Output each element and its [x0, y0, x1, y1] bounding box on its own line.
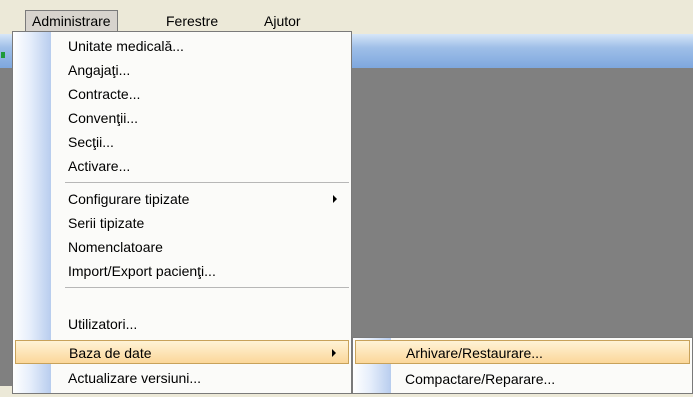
menu-bar: Administrare Ferestre Ajutor — [0, 0, 693, 34]
menu-item-label: Secţii... — [68, 134, 114, 150]
menu-item-label: Serii tipizate — [68, 215, 145, 231]
menu-item-label: Contracte... — [68, 86, 141, 102]
menu-item-label: Configurare tipizate — [68, 191, 190, 207]
menu-item-label: Compactare/Reparare... — [405, 371, 556, 387]
menu-item-import-export-pacienti[interactable]: Import/Export pacienţi... — [15, 259, 349, 283]
menu-item-label: Arhivare/Restaurare... — [406, 345, 543, 361]
menu-item-label: Convenţii... — [68, 110, 139, 126]
menu-item-activare[interactable]: Activare... — [15, 154, 349, 178]
menu-item-baza-de-date[interactable]: Baza de date — [15, 340, 349, 364]
submenu-arrow-icon — [333, 195, 337, 203]
baza-de-date-submenu: Arhivare/Restaurare... Compactare/Repara… — [352, 337, 693, 394]
menu-administrare[interactable]: Administrare — [25, 10, 118, 32]
menu-item-unitate-medicala[interactable]: Unitate medicală... — [15, 34, 349, 58]
administrare-dropdown: Unitate medicală... Angajaţi... Contract… — [12, 31, 352, 394]
menu-item-arhivare-restaurare[interactable]: Arhivare/Restaurare... — [355, 340, 690, 364]
menu-item-serii-tipizate[interactable]: Serii tipizate — [15, 211, 349, 235]
menu-item-compactare-reparare[interactable]: Compactare/Reparare... — [355, 367, 690, 391]
menu-item-angajati[interactable]: Angajaţi... — [15, 58, 349, 82]
submenu-arrow-icon — [332, 349, 336, 357]
menu-item-label: Nomenclatoare — [68, 239, 163, 255]
window-edge-marker — [1, 52, 5, 58]
menu-ajutor[interactable]: Ajutor — [258, 10, 307, 32]
menu-separator — [65, 287, 349, 288]
menu-item-actualizare-versiuni[interactable]: Actualizare versiuni... — [15, 366, 349, 390]
menu-item-label: Baza de date — [69, 345, 152, 361]
menu-item-configurare-tipizate[interactable]: Configurare tipizate — [15, 187, 349, 211]
menu-item-label: Actualizare versiuni... — [68, 370, 202, 386]
menu-item-conventii[interactable]: Convenţii... — [15, 106, 349, 130]
menu-item-sectii[interactable]: Secţii... — [15, 130, 349, 154]
menu-item-label: Unitate medicală... — [68, 38, 184, 54]
menu-item-label: Activare... — [68, 158, 131, 174]
menu-item-label: Utilizatori... — [68, 316, 138, 332]
menu-item-nomenclatoare[interactable]: Nomenclatoare — [15, 235, 349, 259]
menu-item-label: Import/Export pacienţi... — [68, 263, 216, 279]
menu-item-contracte[interactable]: Contracte... — [15, 82, 349, 106]
menu-item-label: Angajaţi... — [68, 62, 131, 78]
menu-item-utilizatori[interactable]: Utilizatori... — [15, 312, 349, 336]
menu-ferestre[interactable]: Ferestre — [160, 10, 224, 32]
menu-separator — [65, 182, 349, 183]
